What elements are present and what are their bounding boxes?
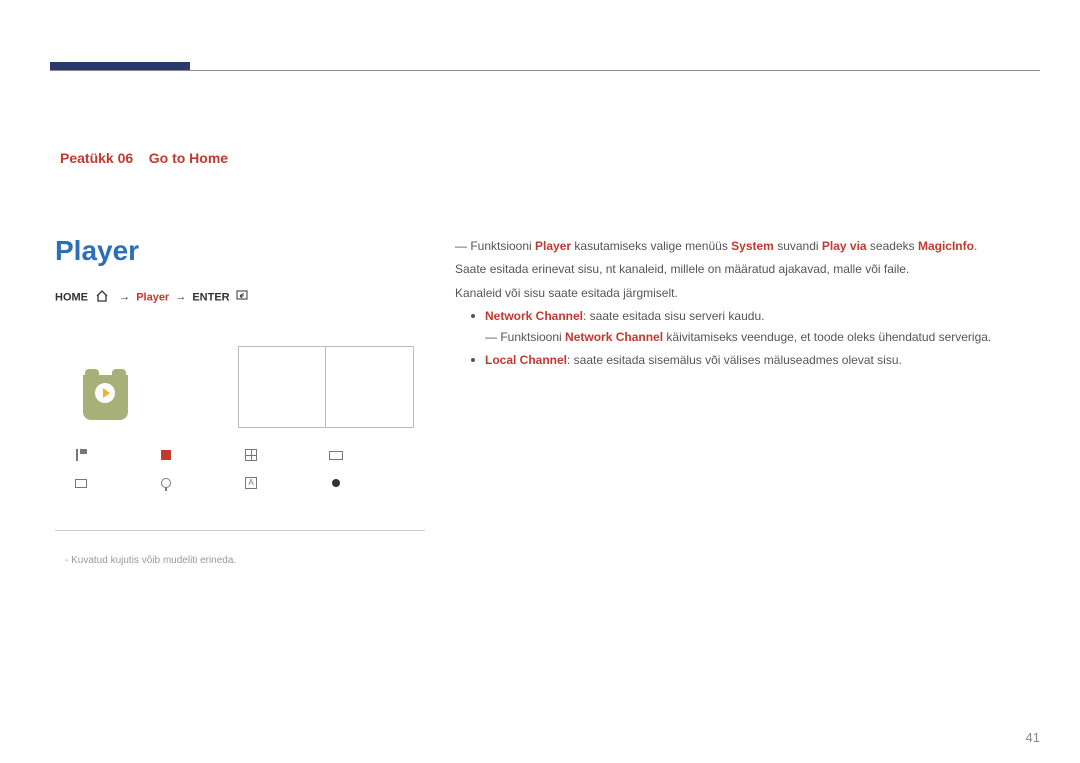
body-text: ― Funktsiooni Player kasutamiseks valige… [455, 236, 1030, 370]
header-rule [50, 70, 1040, 71]
flag-icon [74, 448, 88, 462]
a-box-icon: A [244, 476, 258, 490]
dot-icon [329, 476, 343, 490]
page-number: 41 [1026, 730, 1040, 745]
footnote: - Kuvatud kujutis võib mudeliti erineda. [65, 555, 236, 566]
arrow-icon-2: → [175, 291, 186, 303]
enter-icon [236, 291, 248, 303]
sub-note-1: ― Funktsiooni Network Channel käivitamis… [455, 327, 1030, 347]
thumbnail-1 [238, 346, 326, 428]
bullet-2: Local Channel: saate esitada sisemälus v… [455, 350, 1030, 370]
body-line-2: Saate esitada erinevat sisu, nt kanaleid… [455, 259, 1030, 279]
bullet-dot-icon-2 [471, 358, 475, 362]
bullet-1: Network Channel: saate esitada sisu serv… [455, 306, 1030, 326]
feature-icon-grid: A [74, 448, 414, 490]
arrow-icon: → [119, 291, 130, 303]
chapter-heading: Peatükk 06 Go to Home [60, 150, 228, 166]
player-app-icon [83, 375, 128, 420]
thumbnail-row [238, 346, 414, 428]
chapter-number: Peatükk 06 [60, 150, 133, 166]
stop-icon [159, 448, 173, 462]
nav-home-label: HOME [55, 291, 88, 303]
bullet-1-text: : saate esitada sisu serveri kaudu. [583, 309, 764, 323]
home-icon [95, 290, 109, 305]
nav-enter: ENTER [192, 291, 229, 303]
nav-player: Player [136, 291, 169, 303]
thumbnail-2 [326, 346, 414, 428]
chapter-title: Go to Home [149, 150, 228, 166]
bullet-dot-icon [471, 314, 475, 318]
pin-icon [159, 476, 173, 490]
rect-icon [329, 448, 343, 462]
body-line-3: Kanaleid või sisu saate esitada järgmise… [455, 283, 1030, 303]
note-line-1: ― Funktsiooni Player kasutamiseks valige… [455, 236, 1030, 256]
grid-icon [244, 448, 258, 462]
breadcrumb: HOME → Player → ENTER [55, 290, 248, 305]
bullet-2-label: Local Channel [485, 353, 567, 367]
header-accent-bar [50, 62, 190, 70]
square-icon [74, 476, 88, 490]
bullet-2-text: : saate esitada sisemälus või välises mä… [567, 353, 902, 367]
page-title: Player [55, 235, 139, 267]
bullet-1-label: Network Channel [485, 309, 583, 323]
separator [55, 530, 425, 531]
